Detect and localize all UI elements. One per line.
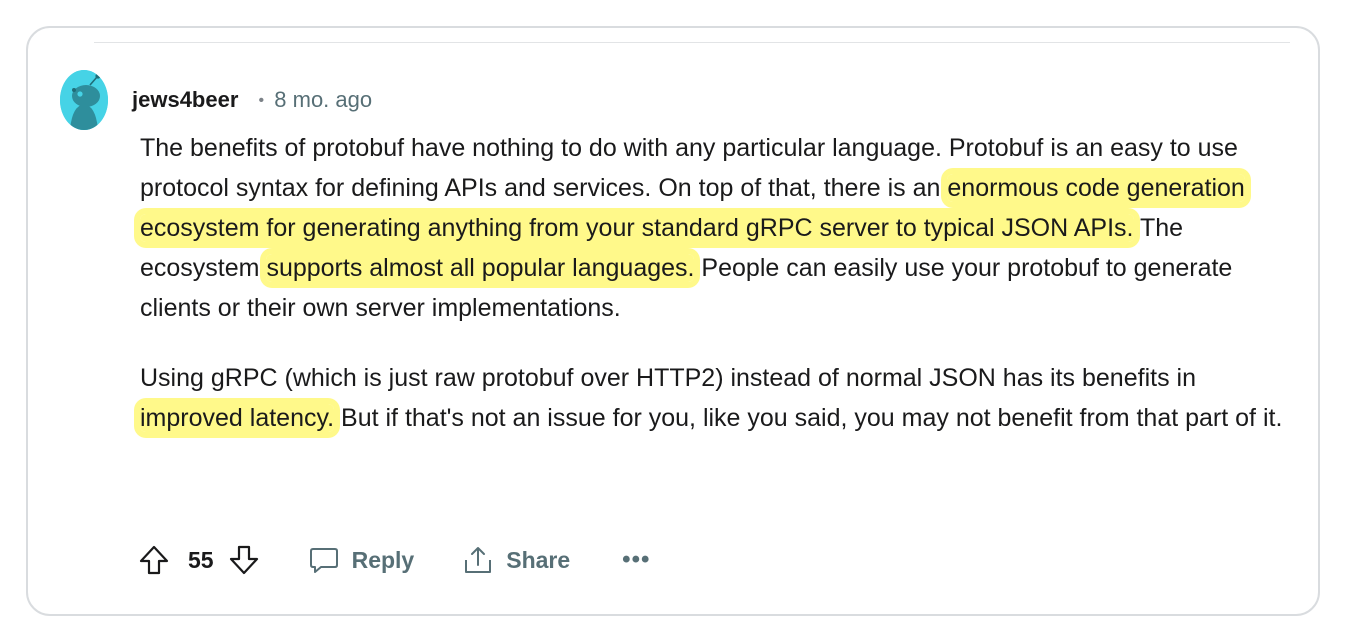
- comment-meta: jews4beer • 8 mo. ago: [132, 86, 372, 117]
- vote-score: 55: [188, 546, 214, 573]
- reply-label: Reply: [351, 546, 415, 573]
- meta-separator: •: [258, 92, 265, 109]
- comment-paragraph: The benefits of protobuf have nothing to…: [140, 128, 1300, 328]
- comment-timestamp[interactable]: 8 mo. ago: [274, 87, 372, 112]
- avatar[interactable]: [60, 70, 108, 130]
- comment-text: Using gRPC (which is just raw protobuf o…: [140, 364, 1196, 392]
- downvote-arrow-icon[interactable]: [228, 544, 260, 576]
- highlighted-text: improved latency.: [140, 404, 335, 432]
- comment-actions: 55 Reply Share •••: [138, 540, 650, 580]
- share-label: Share: [506, 546, 571, 573]
- reply-button[interactable]: Reply: [308, 544, 415, 576]
- thread-divider: [94, 42, 1290, 43]
- comment-paragraph: Using gRPC (which is just raw protobuf o…: [140, 358, 1300, 438]
- highlighted-text: supports almost all popular languages.: [266, 254, 695, 282]
- share-button[interactable]: Share: [462, 544, 570, 576]
- upvote-arrow-icon[interactable]: [138, 544, 170, 576]
- comment-body: The benefits of protobuf have nothing to…: [140, 128, 1300, 438]
- more-options-icon[interactable]: •••: [622, 546, 650, 574]
- snoo-avatar-icon: [60, 70, 108, 130]
- author-name[interactable]: jews4beer: [132, 87, 238, 112]
- share-icon: [465, 547, 492, 573]
- comment-text: But if that's not an issue for you, like…: [334, 404, 1283, 432]
- comment-bubble-icon: [309, 548, 338, 573]
